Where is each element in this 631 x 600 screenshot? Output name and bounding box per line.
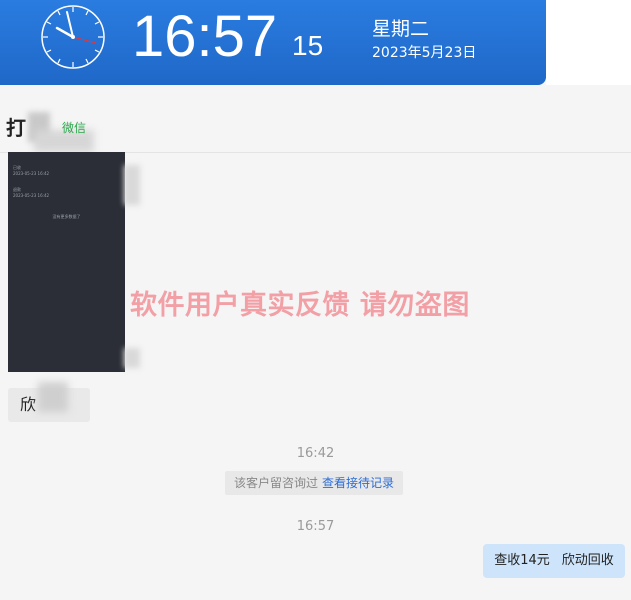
timestamp: 16:42: [296, 446, 335, 461]
system-notice: 该客户留咨询过 查看接待记录: [225, 471, 404, 495]
image-text-line: 2023-05-23 16:42: [13, 171, 50, 176]
digital-seconds: 15: [292, 30, 324, 61]
message-text: 欣: [20, 395, 37, 414]
view-reception-record-link[interactable]: 查看接待记录: [322, 476, 394, 490]
message-text: 查收14元: [494, 553, 550, 568]
image-text-center: 没有更多数据了: [52, 214, 81, 219]
notice-text: 该客户留咨询过: [234, 476, 319, 490]
redaction: [124, 165, 140, 205]
analog-clock-icon: [41, 5, 105, 69]
image-text-line: 2023-05-23 16:42: [13, 193, 50, 198]
outgoing-message[interactable]: 查收14元 欣动回收: [483, 544, 625, 578]
redaction: [124, 348, 140, 368]
clock-banner: 16:57 15 星期二 2023年5月23日: [0, 0, 546, 85]
platform-tag: 微信: [62, 121, 87, 135]
message-redaction: [38, 382, 68, 412]
contact-name: 打: [6, 116, 26, 140]
digital-time: 16:57: [132, 4, 278, 69]
message-text: 欣动回收: [561, 553, 614, 568]
top-right-blank: [546, 0, 631, 85]
watermark: 软件用户真实反馈 请勿盗图: [130, 290, 470, 321]
weekday-label: 星期二: [372, 18, 430, 40]
image-message[interactable]: 已收 2023-05-23 16:42 退款 2023-05-23 16:42 …: [8, 152, 125, 372]
timestamp: 16:57: [296, 519, 335, 534]
chat-header: 打 微信: [0, 85, 631, 153]
date-label: 2023年5月23日: [372, 45, 477, 61]
